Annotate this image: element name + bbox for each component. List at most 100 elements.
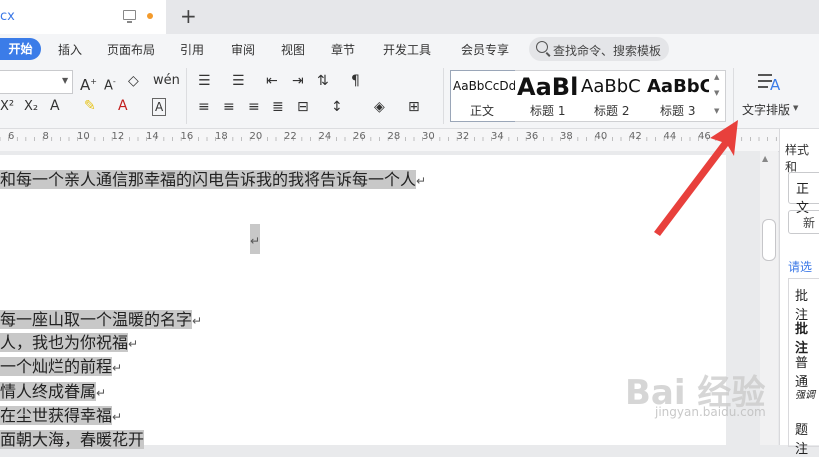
increase-indent-icon[interactable]: ⇥ [292, 73, 304, 89]
selected-text[interactable]: 情人终成眷属 [0, 382, 97, 401]
borders-icon[interactable]: ⊞ [408, 99, 420, 115]
clear-format-icon[interactable]: ◇ [128, 73, 139, 89]
font-color-icon[interactable]: A [118, 98, 128, 114]
document-line[interactable]: 和每一个亲人通信那幸福的闪电告诉我的我将告诉每一个人↵ [0, 169, 426, 192]
show-marks-icon[interactable]: ¶ [351, 73, 360, 89]
document-line[interactable]: 在尘世获得幸福↵ [0, 405, 122, 428]
style-label: 标题 2 [594, 104, 630, 118]
paragraph-mark: ↵ [112, 410, 123, 424]
ruler-number: 6 [8, 131, 15, 142]
document-line[interactable]: 情人终成眷属↵ [0, 381, 106, 404]
menu-references[interactable]: 引用 [180, 41, 204, 58]
document-line[interactable]: 每一座山取一个温暖的名字↵ [0, 309, 202, 332]
sort-icon[interactable]: ⇅ [317, 73, 329, 89]
menu-page-layout[interactable]: 页面布局 [107, 41, 155, 58]
ruler-number: 28 [387, 131, 401, 142]
selected-text[interactable]: 和每一个亲人通信那幸福的闪电告诉我的我将告诉每一个人 [0, 170, 417, 189]
align-left-icon[interactable]: ≡ [198, 99, 210, 115]
shrink-font-icon[interactable]: A- [104, 74, 116, 94]
ruler-number: 40 [594, 131, 608, 142]
search-input[interactable]: 查找命令、搜索模板 [553, 42, 661, 59]
menu-chapter[interactable]: 章节 [331, 41, 355, 58]
superscript-icon[interactable]: X² [0, 99, 14, 115]
menu-start[interactable]: 开始 [0, 38, 41, 60]
ruler-number: 34 [491, 131, 504, 142]
ruler-number: 16 [180, 131, 194, 142]
style-label: 标题 3 [660, 104, 696, 118]
chevron-down-icon[interactable]: ▼ [793, 104, 798, 112]
ruler-number: 18 [215, 131, 228, 142]
menu-view[interactable]: 视图 [281, 41, 305, 58]
ruler-number: 36 [525, 131, 539, 142]
ruler-number: 32 [456, 131, 470, 142]
new-style-label: 新 [803, 216, 816, 230]
chevron-up-icon[interactable]: ▲ [762, 154, 768, 163]
char-border-icon[interactable]: A [152, 98, 167, 116]
chevron-down-icon[interactable]: ▼ [714, 89, 719, 97]
unsaved-dot-icon [147, 13, 153, 19]
ruler-number: 24 [318, 131, 332, 142]
style-label: 标题 1 [530, 104, 566, 118]
ruler-number: 14 [146, 131, 159, 142]
style-label: 正文 [470, 104, 495, 118]
line-spacing-icon[interactable]: ↕ [331, 99, 343, 115]
red-arrow-annotation [654, 120, 738, 236]
chevron-down-icon[interactable]: ▼ [62, 76, 68, 85]
selected-text[interactable]: 一个灿烂的前程 [0, 357, 113, 376]
selected-text[interactable]: 面朝大海，春暖花开 [0, 430, 145, 449]
justify-icon[interactable]: ≣ [272, 99, 284, 115]
style-list-item[interactable]: 普通 [795, 352, 819, 390]
document-line[interactable]: 一个灿烂的前程↵ [0, 356, 122, 379]
document-page[interactable] [0, 155, 726, 445]
align-center-icon[interactable]: ≡ [223, 99, 235, 115]
bullets-icon[interactable]: ☰ [198, 73, 211, 89]
selected-text[interactable]: 每一座山取一个温暖的名字 [0, 310, 193, 329]
style-preview: AaBbCcDd [453, 79, 515, 93]
align-right-icon[interactable]: ≡ [248, 99, 260, 115]
ruler-number: 22 [284, 131, 297, 142]
choose-style-label: 请选 [788, 260, 813, 274]
paragraph-mark: ↵ [96, 386, 107, 400]
search-icon [536, 41, 548, 53]
style-list-item[interactable]: 题注 [795, 419, 819, 457]
grow-font-icon[interactable]: A+ [80, 74, 97, 93]
scrollbar-thumb[interactable] [762, 219, 776, 261]
numbering-icon[interactable]: ☰ [232, 73, 245, 89]
empty-paragraph[interactable]: ↵ [250, 224, 260, 254]
monitor-icon[interactable] [123, 10, 136, 23]
menu-review[interactable]: 审阅 [231, 41, 255, 58]
ruler-number: 42 [629, 131, 642, 142]
style-list-item[interactable]: 强调 [795, 386, 815, 401]
ruler-number: 26 [353, 131, 366, 142]
new-tab-button[interactable]: + [180, 4, 197, 28]
ruler-number: 30 [422, 131, 435, 142]
paragraph-mark: ↵ [192, 314, 203, 328]
text-layout-icon[interactable]: A [758, 74, 782, 94]
text-effect-icon[interactable]: A [50, 98, 60, 114]
paragraph-mark: ↵ [416, 174, 427, 188]
style-list-item[interactable]: 批注 [795, 318, 819, 356]
document-line[interactable]: 人，我也为你祝福↵ [0, 332, 138, 355]
menu-member[interactable]: 会员专享 [461, 41, 509, 58]
selected-text[interactable]: 在尘世获得幸福 [0, 406, 113, 425]
menu-developer[interactable]: 开发工具 [383, 41, 431, 58]
subscript-icon[interactable]: X₂ [24, 99, 38, 115]
menu-insert[interactable]: 插入 [58, 41, 82, 58]
document-tab[interactable] [0, 0, 166, 34]
style-preview: AaBbC [581, 76, 641, 97]
chevron-up-icon[interactable]: ▲ [714, 73, 719, 81]
text-layout-button[interactable]: 文字排版 [742, 101, 790, 118]
distributed-icon[interactable]: ⊟ [297, 99, 309, 115]
ruler-number: 12 [111, 131, 125, 142]
selected-text[interactable]: 人，我也为你祝福 [0, 333, 129, 352]
phonetic-icon[interactable]: wén [153, 73, 180, 89]
document-line[interactable]: 面朝大海，春暖花开 [0, 429, 145, 451]
style-gallery-scroll[interactable]: ▲ ▼ ▼ [709, 70, 726, 122]
ruler-number: 10 [77, 131, 90, 142]
divider [186, 68, 187, 124]
decrease-indent-icon[interactable]: ⇤ [266, 73, 278, 89]
shading-icon[interactable]: ◈ [374, 99, 385, 115]
paragraph-mark: ↵ [250, 234, 261, 248]
expand-icon[interactable]: ▼ [714, 107, 719, 115]
highlight-color-icon[interactable]: ✎ [84, 98, 96, 114]
